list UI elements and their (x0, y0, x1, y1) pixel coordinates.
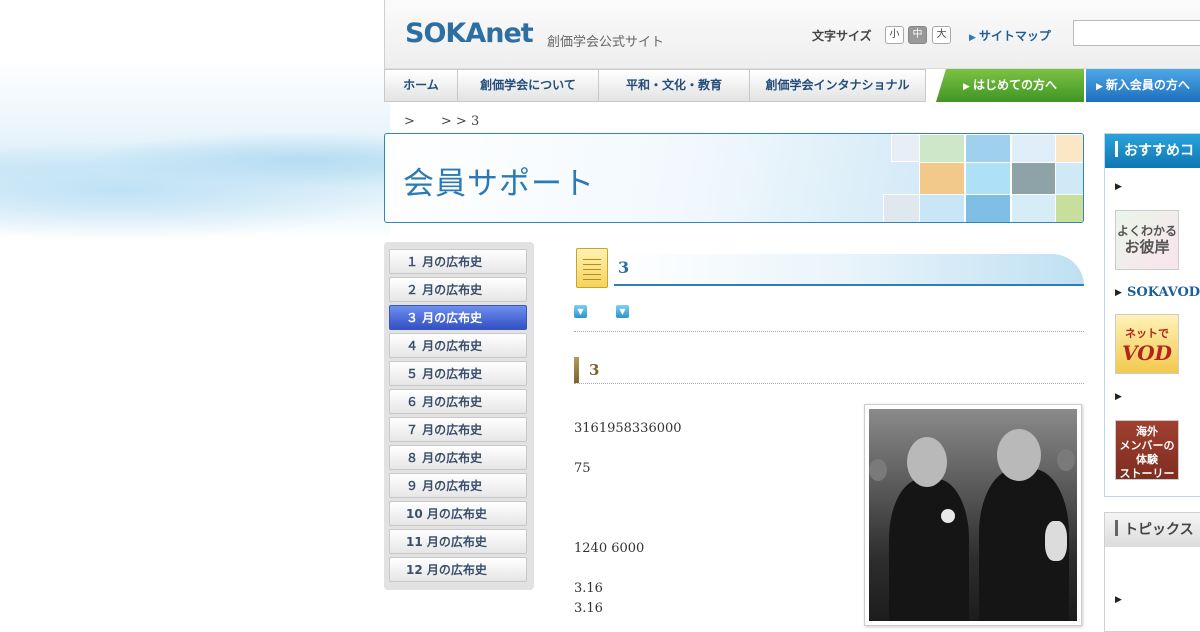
font-size-medium-button[interactable]: 中 (908, 26, 927, 44)
side-item-september[interactable]: ９ 月の広布史 (389, 473, 527, 498)
banner-title: 会員サポート (403, 166, 595, 202)
breadcrumb[interactable]: > > > 3 (404, 110, 479, 129)
site-header: SOKAnet 創価学会公式サイト 文字サイズ 小 中 大 ▶ サイトマップ (384, 0, 1200, 69)
sitemap-link[interactable]: ▶ サイトマップ (969, 27, 1051, 44)
body-text: 3.16 (574, 601, 603, 616)
topics-heading: トピックス (1105, 513, 1200, 547)
first-time-visitors-tab[interactable]: ▶ はじめての方へ (936, 69, 1084, 102)
side-item-may[interactable]: ５ 月の広布史 (389, 361, 527, 386)
member-support-banner: 会員サポート (384, 133, 1084, 223)
body-text: 75 (574, 461, 591, 476)
vod-banner[interactable]: ネットで VOD (1115, 314, 1179, 374)
sokanet-logo[interactable]: SOKAnet (405, 18, 534, 49)
body-text: 3161958336000 (574, 421, 682, 436)
body-text: 1240 6000 (574, 541, 645, 556)
nav-peace-culture-education[interactable]: 平和・文化・教育 (598, 69, 749, 102)
member-stories-banner[interactable]: 海外 メンバーの 体験 ストーリー (1115, 420, 1179, 480)
historical-photo (864, 404, 1082, 626)
font-size-label: 文字サイズ (812, 29, 872, 43)
triangle-right-icon: ▶ (1115, 182, 1122, 192)
side-item-august[interactable]: ８ 月の広布史 (389, 445, 527, 470)
side-item-february[interactable]: ２ 月の広布史 (389, 277, 527, 302)
sky-decoration (0, 60, 390, 240)
side-item-july[interactable]: ７ 月の広布史 (389, 417, 527, 442)
global-nav: ホーム 創価学会について 平和・文化・教育 創価学会インタナショナル (384, 69, 926, 102)
side-item-november[interactable]: 11 月の広布史 (389, 529, 527, 554)
higan-banner[interactable]: よくわかる お彼岸 (1115, 210, 1179, 270)
side-item-october[interactable]: 10 月の広布史 (389, 501, 527, 526)
font-size-small-button[interactable]: 小 (885, 26, 904, 44)
logo-subtitle: 創価学会公式サイト (547, 35, 665, 50)
body-text: 3.16 (574, 581, 603, 596)
jump-links: ▼ ▼ (574, 305, 1084, 332)
triangle-right-icon: ▶ (969, 33, 976, 43)
font-size-large-button[interactable]: 大 (932, 26, 951, 44)
topics-panel: トピックス ▶ (1104, 512, 1200, 632)
triangle-right-icon: ▶ (1096, 82, 1103, 92)
nav-sgi[interactable]: 創価学会インタナショナル (749, 69, 926, 102)
side-item-march[interactable]: ３ 月の広布史 (389, 305, 527, 330)
side-item-april[interactable]: ４ 月の広布史 (389, 333, 527, 358)
arrow-down-icon[interactable]: ▼ (616, 305, 629, 318)
document-icon (576, 248, 608, 288)
nav-home[interactable]: ホーム (384, 69, 457, 102)
side-item-december[interactable]: 12 月の広布史 (389, 557, 527, 582)
triangle-right-icon: ▶ (1115, 392, 1122, 402)
month-side-menu: １ 月の広布史 ２ 月の広布史 ３ 月の広布史 ４ 月の広布史 ５ 月の広布史 … (384, 242, 534, 590)
side-item-january[interactable]: １ 月の広布史 (389, 249, 527, 274)
triangle-right-icon: ▶ (1115, 595, 1122, 605)
triangle-right-icon: ▶ (963, 82, 970, 92)
nav-about[interactable]: 創価学会について (457, 69, 598, 102)
arrow-down-icon[interactable]: ▼ (574, 305, 587, 318)
triangle-right-icon: ▶ (1115, 288, 1122, 298)
side-item-june[interactable]: ６ 月の広布史 (389, 389, 527, 414)
page-title: 3 (618, 258, 630, 277)
heading-bar (574, 357, 579, 383)
recommended-panel: おすすめコ ▶ よくわかる お彼岸 ▶ SOKAVOD ネットで VOD ▶ 海… (1104, 133, 1200, 497)
recommended-heading: おすすめコ (1105, 134, 1200, 168)
photo-image (869, 409, 1077, 621)
section-heading: 3 (574, 357, 1084, 384)
content-header: 3 (574, 244, 1084, 290)
photo-mosaic (883, 134, 1083, 222)
section-title: 3 (589, 361, 600, 379)
search-input[interactable] (1073, 20, 1200, 46)
new-members-tab[interactable]: ▶ 新入会員の方へ (1086, 69, 1200, 102)
header-swoosh (614, 254, 1084, 286)
sokavod-link[interactable]: SOKAVOD (1127, 285, 1200, 300)
